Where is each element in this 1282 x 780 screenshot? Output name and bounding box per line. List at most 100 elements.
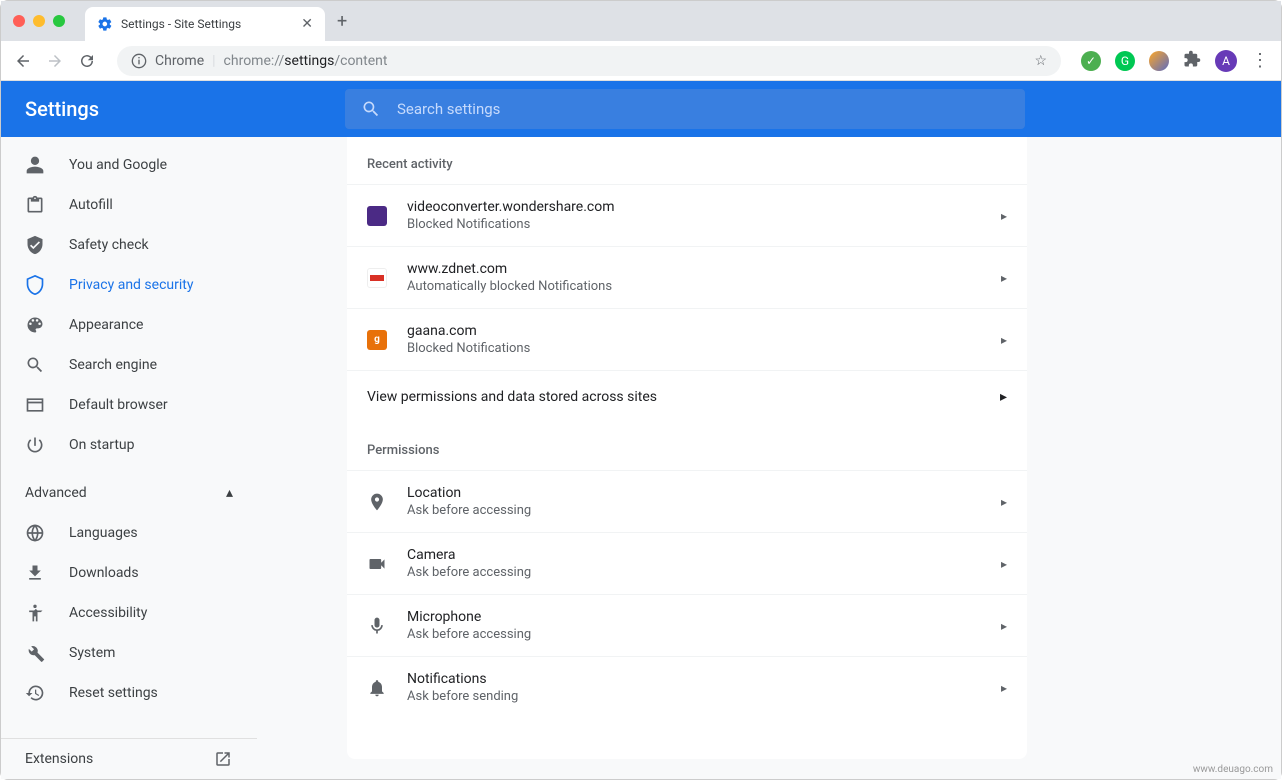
info-icon: [131, 53, 147, 69]
site-domain: www.zdnet.com: [407, 261, 1001, 277]
wrench-icon: [25, 643, 45, 663]
site-domain: videoconverter.wondershare.com: [407, 199, 1001, 215]
site-favicon: g: [367, 330, 387, 350]
sidebar-item-autofill[interactable]: Autofill: [1, 185, 257, 225]
permission-name: Notifications: [407, 671, 1001, 687]
browser-toolbar: Chrome | chrome://settings/content ☆ ✓ G…: [1, 41, 1281, 81]
search-icon: [25, 355, 45, 375]
view-all-sites-row[interactable]: View permissions and data stored across …: [347, 370, 1027, 423]
sidebar-label: Reset settings: [69, 685, 158, 701]
traffic-lights: [13, 15, 65, 27]
shield-check-icon: [25, 235, 45, 255]
site-favicon: [367, 206, 387, 226]
recent-site-row[interactable]: www.zdnet.com Automatically blocked Noti…: [347, 246, 1027, 308]
chevron-right-icon: ▸: [1001, 333, 1007, 347]
sidebar-label: Default browser: [69, 397, 168, 413]
person-icon: [25, 155, 45, 175]
extension-shield-icon[interactable]: ✓: [1081, 51, 1101, 71]
sidebar-item-downloads[interactable]: Downloads: [1, 553, 257, 593]
settings-header: Settings: [1, 81, 1281, 137]
chevron-right-icon: ▸: [1000, 389, 1007, 405]
sidebar-item-extensions[interactable]: Extensions: [1, 739, 257, 779]
site-settings-panel: Recent activity videoconverter.wondersha…: [347, 137, 1027, 759]
sidebar-label: On startup: [69, 437, 135, 453]
browser-tab[interactable]: Settings - Site Settings ✕: [85, 7, 325, 41]
sidebar-item-default-browser[interactable]: Default browser: [1, 385, 257, 425]
sidebar-label: Privacy and security: [69, 277, 193, 293]
sidebar-item-privacy-security[interactable]: Privacy and security: [1, 265, 257, 305]
sidebar-label: Safety check: [69, 237, 149, 253]
extension-grammarly-icon[interactable]: G: [1115, 51, 1135, 71]
sidebar-item-reset[interactable]: Reset settings: [1, 673, 257, 713]
permission-row-microphone[interactable]: Microphone Ask before accessing ▸: [347, 594, 1027, 656]
chevron-right-icon: ▸: [1001, 619, 1007, 633]
permission-row-notifications[interactable]: Notifications Ask before sending ▸: [347, 656, 1027, 718]
permissions-heading: Permissions: [347, 423, 1027, 470]
sidebar-item-search-engine[interactable]: Search engine: [1, 345, 257, 385]
extension-similarweb-icon[interactable]: [1149, 51, 1169, 71]
new-tab-button[interactable]: +: [337, 11, 347, 32]
permission-status: Ask before accessing: [407, 503, 1001, 518]
browser-icon: [25, 395, 45, 415]
restore-icon: [25, 683, 45, 703]
extensions-puzzle-icon[interactable]: [1183, 50, 1201, 72]
power-icon: [25, 435, 45, 455]
sidebar-label: Search engine: [69, 357, 157, 373]
bookmark-star-icon[interactable]: ☆: [1034, 53, 1047, 69]
extension-icons: ✓ G A ⋮: [1081, 50, 1269, 72]
location-icon: [367, 492, 387, 512]
chevron-right-icon: ▸: [1001, 271, 1007, 285]
settings-search-input[interactable]: [397, 100, 1009, 118]
profile-avatar[interactable]: A: [1215, 50, 1237, 72]
maximize-window-button[interactable]: [53, 15, 65, 27]
clipboard-icon: [25, 195, 45, 215]
sidebar-item-you-and-google[interactable]: You and Google: [1, 145, 257, 185]
chrome-menu-icon[interactable]: ⋮: [1251, 50, 1269, 71]
recent-site-row[interactable]: g gaana.com Blocked Notifications ▸: [347, 308, 1027, 370]
palette-icon: [25, 315, 45, 335]
sidebar-item-accessibility[interactable]: Accessibility: [1, 593, 257, 633]
sidebar-label: Languages: [69, 525, 138, 541]
permission-name: Microphone: [407, 609, 1001, 625]
permission-status: Ask before sending: [407, 689, 1001, 704]
sidebar-item-on-startup[interactable]: On startup: [1, 425, 257, 465]
window-titlebar: Settings - Site Settings ✕ +: [1, 1, 1281, 41]
watermark: www.deuago.com: [1193, 764, 1273, 775]
minimize-window-button[interactable]: [33, 15, 45, 27]
shield-icon: [25, 275, 45, 295]
chevron-right-icon: ▸: [1001, 557, 1007, 571]
site-status: Automatically blocked Notifications: [407, 279, 1001, 294]
sidebar-label: Downloads: [69, 565, 139, 581]
sidebar-item-system[interactable]: System: [1, 633, 257, 673]
back-button[interactable]: [13, 51, 33, 71]
sidebar-label: Appearance: [69, 317, 143, 333]
permission-name: Camera: [407, 547, 1001, 563]
chrome-label: Chrome: [155, 53, 204, 69]
permission-row-location[interactable]: Location Ask before accessing ▸: [347, 470, 1027, 532]
site-domain: gaana.com: [407, 323, 1001, 339]
address-bar[interactable]: Chrome | chrome://settings/content ☆: [117, 46, 1061, 76]
chevron-right-icon: ▸: [1001, 495, 1007, 509]
forward-button[interactable]: [45, 51, 65, 71]
recent-site-row[interactable]: videoconverter.wondershare.com Blocked N…: [347, 184, 1027, 246]
chevron-right-icon: ▸: [1001, 681, 1007, 695]
open-external-icon: [213, 749, 233, 769]
sidebar-item-safety-check[interactable]: Safety check: [1, 225, 257, 265]
chevron-up-icon: ▴: [226, 485, 233, 501]
close-window-button[interactable]: [13, 15, 25, 27]
settings-sidebar: You and Google Autofill Safety check Pri…: [1, 137, 257, 779]
site-status: Blocked Notifications: [407, 217, 1001, 232]
settings-main: Recent activity videoconverter.wondersha…: [257, 137, 1281, 779]
tab-title: Settings - Site Settings: [121, 17, 293, 31]
sidebar-label: You and Google: [69, 157, 167, 173]
download-icon: [25, 563, 45, 583]
settings-search[interactable]: [345, 89, 1025, 129]
globe-icon: [25, 523, 45, 543]
sidebar-item-appearance[interactable]: Appearance: [1, 305, 257, 345]
close-tab-icon[interactable]: ✕: [301, 16, 313, 32]
settings-title: Settings: [25, 97, 345, 121]
permission-row-camera[interactable]: Camera Ask before accessing ▸: [347, 532, 1027, 594]
sidebar-advanced-toggle[interactable]: Advanced ▴: [1, 473, 257, 513]
sidebar-item-languages[interactable]: Languages: [1, 513, 257, 553]
reload-button[interactable]: [77, 51, 97, 71]
